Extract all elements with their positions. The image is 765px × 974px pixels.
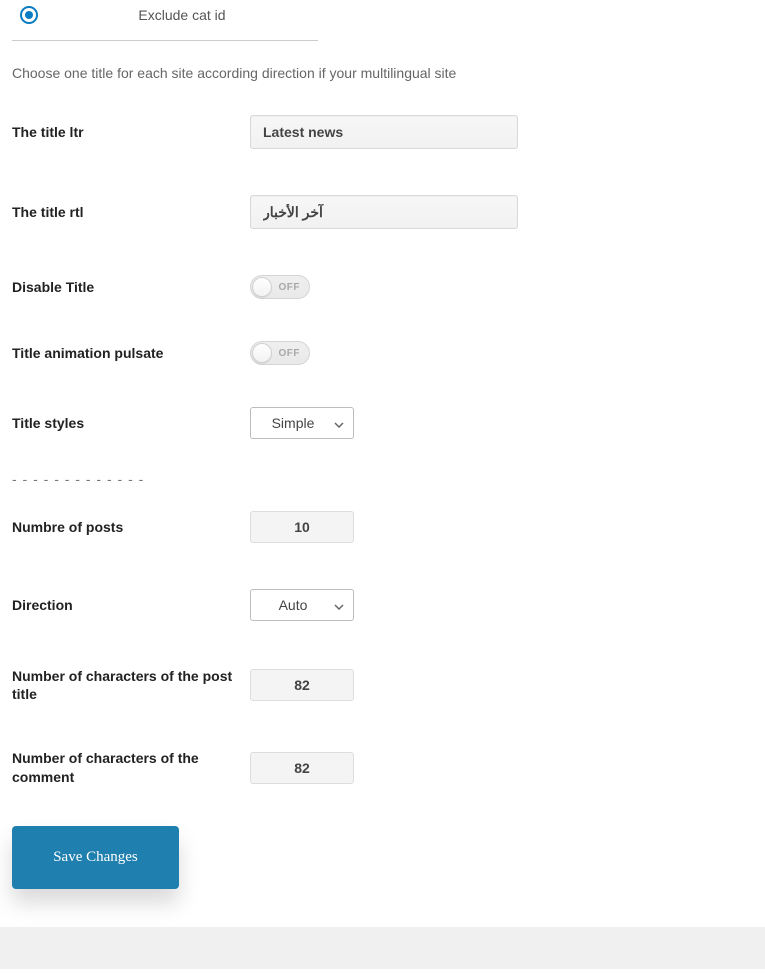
input-title-rtl[interactable] [250, 195, 518, 229]
input-title-ltr[interactable] [250, 115, 518, 149]
label-title-ltr: The title ltr [12, 123, 250, 141]
save-button[interactable]: Save Changes [12, 826, 179, 889]
separator-dashes: - - - - - - - - - - - - - [12, 471, 753, 487]
field-direction: Direction Auto [12, 589, 753, 621]
label-direction: Direction [12, 596, 250, 614]
field-title-rtl: The title rtl [12, 195, 753, 229]
field-title-ltr: The title ltr [12, 115, 753, 149]
toggle-title-animation[interactable]: OFF [250, 341, 310, 365]
input-chars-comment[interactable] [250, 752, 354, 784]
field-number-of-posts: Numbre of posts [12, 511, 753, 543]
footer-strip [0, 927, 765, 969]
toggle-disable-title[interactable]: OFF [250, 275, 310, 299]
select-direction[interactable]: Auto [250, 589, 354, 621]
toggle-knob-icon [252, 277, 272, 297]
select-title-styles[interactable]: Simple [250, 407, 354, 439]
field-title-animation: Title animation pulsate OFF [12, 341, 753, 365]
label-chars-post-title: Number of characters of the post title [12, 667, 250, 703]
label-title-rtl: The title rtl [12, 203, 250, 221]
helper-text: Choose one title for each site according… [12, 65, 753, 81]
radio-icon [20, 6, 38, 24]
toggle-state-text: OFF [279, 348, 301, 359]
toggle-knob-icon [252, 343, 272, 363]
input-number-of-posts[interactable] [250, 511, 354, 543]
input-chars-post-title[interactable] [250, 669, 354, 701]
field-chars-comment: Number of characters of the comment [12, 749, 753, 785]
label-title-styles: Title styles [12, 414, 250, 432]
label-disable-title: Disable Title [12, 278, 250, 296]
label-title-animation: Title animation pulsate [12, 344, 250, 362]
field-disable-title: Disable Title OFF [12, 275, 753, 299]
toggle-state-text: OFF [279, 282, 301, 293]
field-title-styles: Title styles Simple [12, 407, 753, 439]
radio-option-exclude-cat-id[interactable]: Exclude cat id [12, 0, 318, 41]
label-number-of-posts: Numbre of posts [12, 518, 250, 536]
field-chars-post-title: Number of characters of the post title [12, 667, 753, 703]
radio-label: Exclude cat id [48, 7, 316, 23]
label-chars-comment: Number of characters of the comment [12, 749, 250, 785]
